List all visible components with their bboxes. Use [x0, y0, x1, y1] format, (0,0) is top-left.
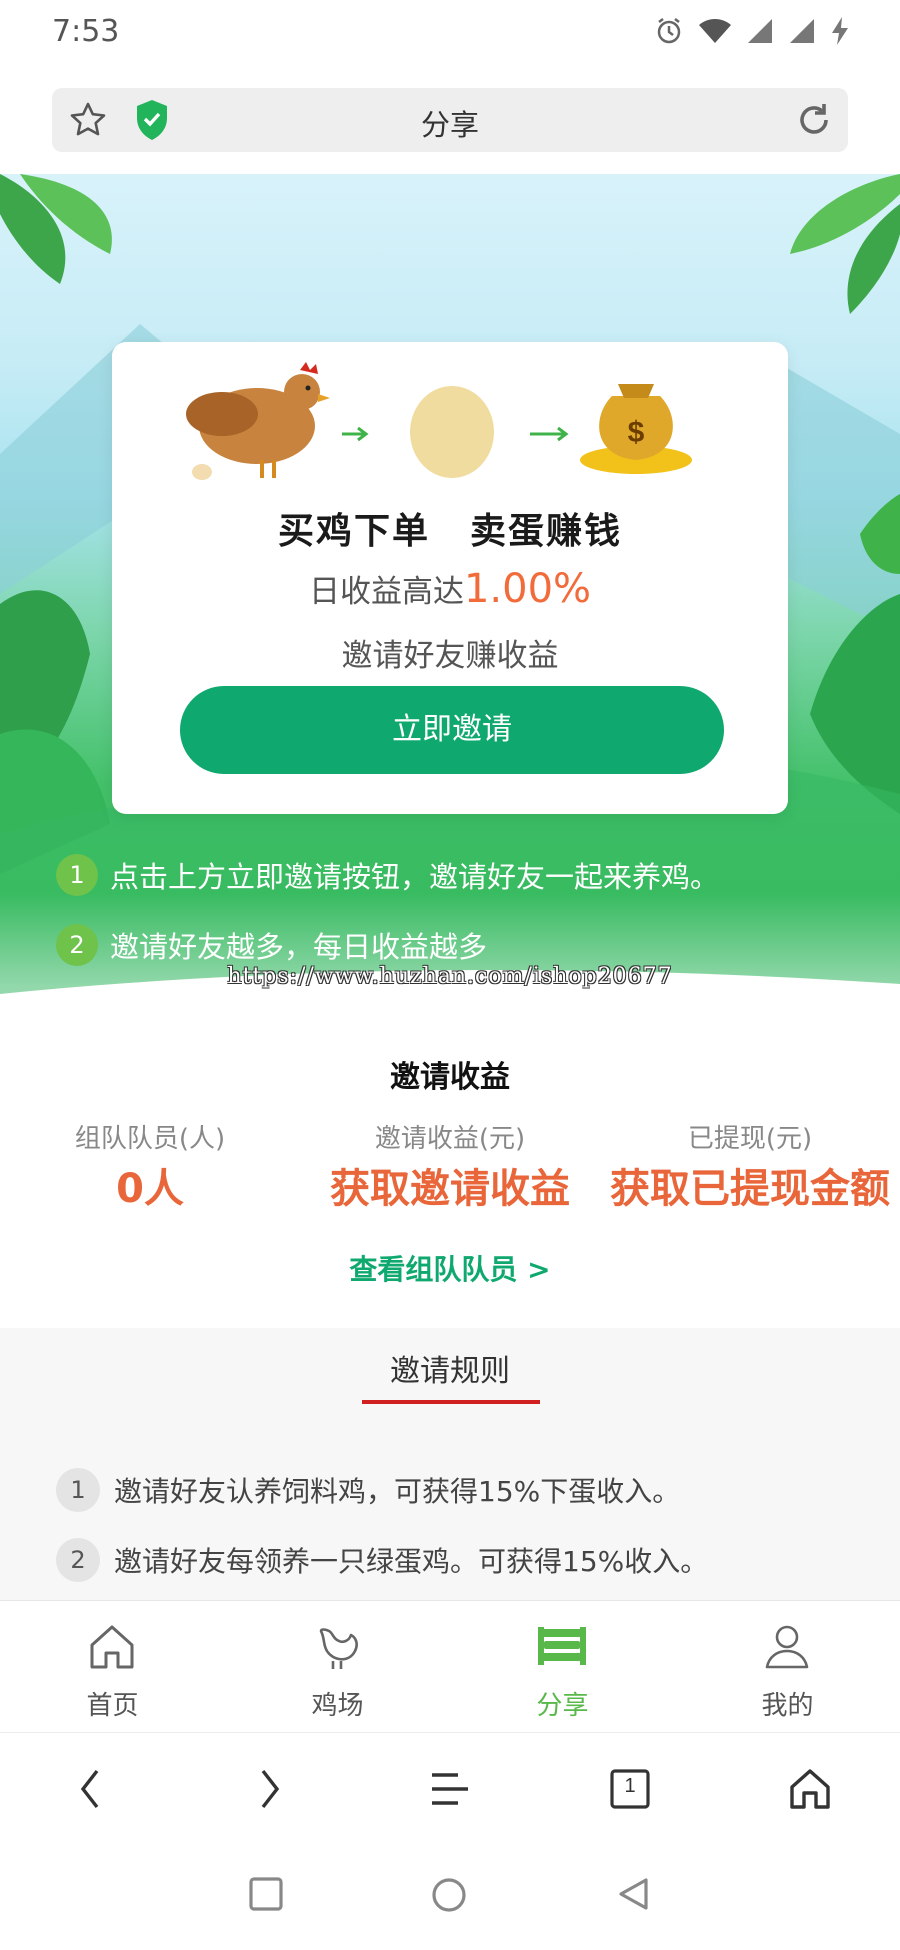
- hero-banner: $ 买鸡下单 卖蛋赚钱 日收益高达1.00% 邀请好友赚收益 立即邀请 1 点击上…: [0, 174, 900, 1020]
- view-team-link[interactable]: 查看组队队员 >: [0, 1248, 900, 1288]
- profile-icon: [765, 1625, 809, 1669]
- menu-button[interactable]: [420, 1761, 480, 1817]
- home-icon: [90, 1625, 134, 1669]
- refresh-icon[interactable]: [794, 100, 834, 140]
- rule-text: 邀请好友每领养一只绿蛋鸡。可获得15%收入。: [114, 1545, 709, 1578]
- tip-number: 1: [56, 854, 98, 896]
- chicken-egg-money-illustration: $: [186, 362, 692, 480]
- alarm-icon: [657, 18, 681, 44]
- stat-label: 已提现(元): [687, 1124, 813, 1154]
- daily-rate: 日收益高达1.00%: [112, 566, 788, 612]
- forward-button[interactable]: [240, 1761, 300, 1817]
- rule-number: 2: [56, 1538, 100, 1582]
- browser-toolbar: 1: [0, 1732, 900, 1844]
- share-icon: [538, 1627, 586, 1665]
- tab-invite-rules[interactable]: 邀请规则: [360, 1346, 540, 1390]
- card-subtitle: 邀请好友赚收益: [341, 638, 559, 674]
- browser-home-button[interactable]: [780, 1761, 840, 1817]
- money-bag-icon: $: [580, 384, 692, 474]
- nav-item-home[interactable]: 首页: [0, 1601, 225, 1733]
- invite-now-button[interactable]: 立即邀请: [180, 686, 724, 774]
- rule-number: 1: [56, 1468, 100, 1512]
- chicken-icon: [186, 362, 330, 480]
- nav-item-farm[interactable]: 鸡场: [225, 1601, 450, 1733]
- earnings-title: 邀请收益: [390, 1060, 510, 1095]
- back-button[interactable]: [60, 1761, 120, 1817]
- page-title: 分享: [420, 108, 479, 142]
- tip-text: 邀请好友越多，每日收益越多: [110, 930, 488, 964]
- svg-text:$: $: [628, 416, 645, 449]
- rule-text: 邀请好友认养饲料鸡，可获得15%下蛋收入。: [114, 1475, 681, 1508]
- tip-number: 2: [56, 924, 98, 966]
- stat-label: 邀请收益(元): [374, 1124, 526, 1154]
- tabs-button[interactable]: 1: [600, 1761, 660, 1817]
- rule-item: 2 邀请好友每领养一只绿蛋鸡。可获得15%收入。: [56, 1538, 708, 1582]
- stat-invite-earnings: 邀请收益(元) 获取邀请收益: [300, 1118, 600, 1215]
- chevron-right-icon: [261, 1769, 280, 1809]
- signal-icon: [748, 19, 772, 43]
- watermark-text: https://www.huzhan.com/ishop20677: [227, 964, 673, 989]
- stat-team-members: 组队队员(人) 0人: [0, 1118, 300, 1215]
- recents-icon[interactable]: [248, 1876, 284, 1912]
- tip-item: 1 点击上方立即邀请按钮，邀请好友一起来养鸡。: [56, 840, 719, 910]
- nav-label: 分享: [536, 1691, 589, 1721]
- nav-label: 我的: [761, 1691, 814, 1721]
- status-icons: [654, 16, 850, 46]
- menu-icon: [432, 1773, 468, 1805]
- stat-label: 组队队员(人): [74, 1124, 226, 1154]
- rule-item: 1 邀请好友认养饲料鸡，可获得15%下蛋收入。: [56, 1468, 680, 1512]
- egg-icon: [410, 386, 494, 478]
- stat-value: 获取已提现金额: [610, 1166, 890, 1212]
- nav-label: 鸡场: [311, 1691, 364, 1721]
- status-time: 7:53: [52, 14, 120, 49]
- stat-withdrawn: 已提现(元) 获取已提现金额: [600, 1118, 900, 1215]
- nav-item-profile[interactable]: 我的: [675, 1601, 900, 1733]
- system-navigation: [0, 1844, 900, 1950]
- nav-label: 首页: [86, 1691, 139, 1721]
- wifi-icon: [699, 19, 731, 43]
- chevron-left-icon: [80, 1769, 99, 1809]
- tab-underline: [362, 1400, 540, 1404]
- nav-item-share[interactable]: 分享: [450, 1601, 675, 1733]
- rate-value: 1.00%: [463, 566, 592, 612]
- status-bar: 7:53: [0, 0, 900, 66]
- slogan-right: 卖蛋赚钱: [470, 511, 623, 552]
- back-triangle-icon[interactable]: [616, 1876, 652, 1912]
- charging-icon: [832, 17, 848, 45]
- address-bar[interactable]: 分享: [52, 88, 848, 152]
- chicken-icon: [319, 1628, 358, 1669]
- card-slogan: 买鸡下单 卖蛋赚钱: [112, 502, 788, 554]
- signal-icon-2: [790, 19, 814, 43]
- slogan-left: 买鸡下单: [277, 511, 430, 552]
- rules-section: 邀请规则 1 邀请好友认养饲料鸡，可获得15%下蛋收入。 2 邀请好友每领养一只…: [0, 1328, 900, 1600]
- tip-text: 点击上方立即邀请按钮，邀请好友一起来养鸡。: [110, 860, 720, 894]
- bottom-nav: 首页 鸡场 分享 我的: [0, 1600, 900, 1732]
- stat-value: 获取邀请收益: [330, 1166, 570, 1212]
- home-icon: [790, 1769, 830, 1809]
- home-circle-icon[interactable]: [430, 1876, 468, 1914]
- invite-tips: 1 点击上方立即邀请按钮，邀请好友一起来养鸡。 2 邀请好友越多，每日收益越多: [56, 840, 719, 980]
- tab-count: 1: [624, 1775, 636, 1797]
- rate-prefix: 日收益高达: [308, 574, 464, 610]
- stat-value: 0人: [116, 1166, 184, 1212]
